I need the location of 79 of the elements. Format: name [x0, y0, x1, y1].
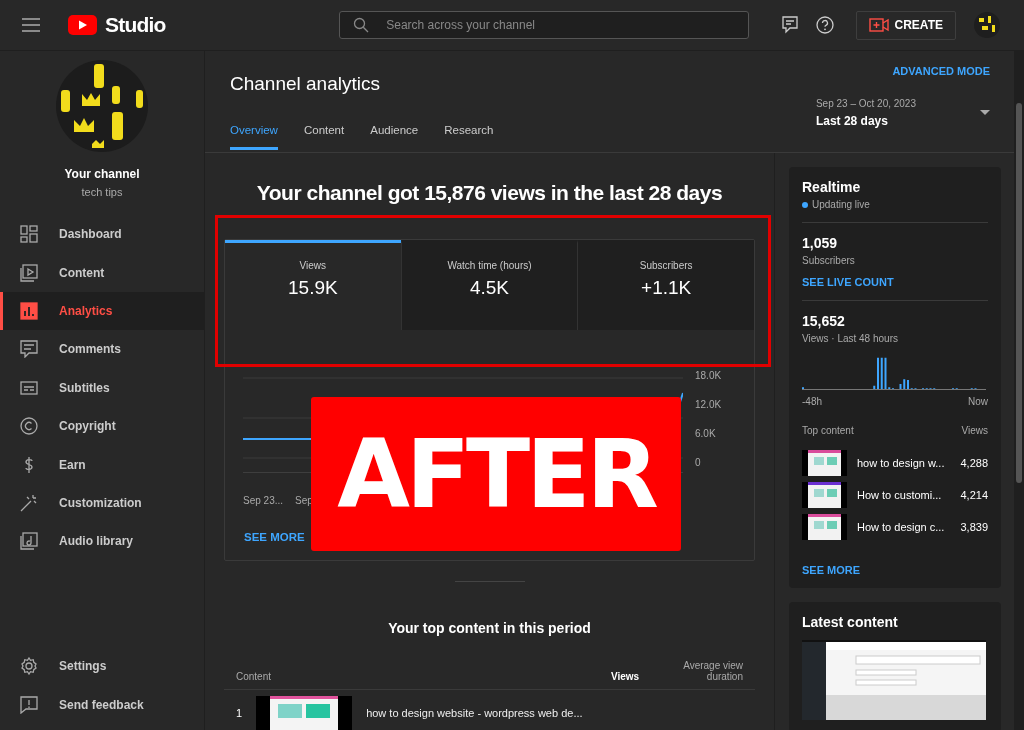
- dashboard-icon: [20, 225, 38, 244]
- view-count: 4,214: [960, 489, 988, 501]
- advanced-mode-link[interactable]: ADVANCED MODE: [892, 65, 990, 77]
- tab[interactable]: Audience: [370, 124, 419, 150]
- sidebar-item[interactable]: Earn: [0, 445, 204, 484]
- sidebar-item[interactable]: Send feedback: [0, 685, 204, 724]
- sidebar-item[interactable]: Analytics: [0, 291, 204, 331]
- rank-number: 1: [236, 707, 243, 719]
- axis-label: 0: [695, 457, 702, 470]
- axis-label: 6.0K: [695, 428, 717, 441]
- search-field[interactable]: Search across your channel: [339, 11, 750, 39]
- scrollbar-thumb[interactable]: [1016, 103, 1022, 483]
- tab[interactable]: Overview: [230, 124, 278, 150]
- see-live-count-link[interactable]: SEE LIVE COUNT: [802, 276, 988, 288]
- sidebar-item[interactable]: Settings: [0, 647, 204, 686]
- status-dot-icon: [802, 201, 808, 208]
- caret-icon: [980, 110, 990, 116]
- column-header: Average view duration: [682, 660, 743, 682]
- column-header: Top content: [802, 425, 854, 436]
- headline: Your channel got 15,876 views in the last 28 days: [255, 181, 724, 205]
- page-title: Channel analytics: [230, 73, 381, 95]
- stat-label: Views · Last 48 hours: [802, 333, 899, 344]
- column-header: Views: [961, 425, 988, 436]
- music-note-icon: [20, 532, 38, 551]
- after-banner: AFTER: [311, 397, 681, 551]
- card-title: Realtime: [802, 179, 862, 195]
- menu-icon[interactable]: [22, 18, 40, 32]
- magic-wand-icon: [20, 493, 38, 512]
- video-title-link[interactable]: how to design w...: [857, 457, 951, 469]
- see-more-link[interactable]: SEE MORE: [244, 531, 305, 543]
- copyright-icon: [20, 417, 38, 436]
- video-plus-icon: [868, 18, 889, 32]
- help-icon[interactable]: [815, 16, 834, 34]
- sidebar-item[interactable]: Subtitles: [0, 368, 204, 407]
- create-button[interactable]: CREATE: [855, 10, 956, 40]
- avatar[interactable]: [56, 60, 148, 152]
- see-more-link[interactable]: SEE MORE: [802, 564, 988, 576]
- logo-text: Studio: [105, 13, 166, 37]
- metric-tab[interactable]: Subscribers +1.1K: [577, 240, 754, 330]
- column-header: Content: [236, 671, 273, 682]
- axis-label: Now: [968, 396, 988, 407]
- column-header: Views: [611, 671, 641, 682]
- video-title-link[interactable]: how to design website - wordpress web de...: [366, 707, 583, 719]
- bar-chart-icon: [20, 301, 38, 320]
- date-range-dropdown[interactable]: Sep 23 – Oct 20, 2023 Last 28 days: [815, 98, 990, 128]
- channel-name: Your channel: [64, 167, 140, 181]
- settings-icon: [20, 657, 38, 676]
- logo-icon: [68, 15, 97, 35]
- avatar[interactable]: [974, 12, 1000, 38]
- sidebar-item[interactable]: Customization: [0, 483, 204, 523]
- view-count: 4,288: [960, 457, 988, 469]
- comment-icon: [20, 340, 38, 359]
- sidebar-item[interactable]: Dashboard: [0, 215, 204, 254]
- card-title: Latest content: [802, 614, 899, 630]
- feedback-icon: [20, 695, 38, 714]
- axis-label: 12.0K: [695, 399, 722, 412]
- video-title-link[interactable]: How to customi...: [857, 489, 951, 501]
- subtitles-icon: [20, 378, 38, 397]
- metric-tab[interactable]: Watch time (hours) 4.5K: [400, 240, 578, 330]
- video-title-link[interactable]: How to design c...: [857, 521, 951, 533]
- tab[interactable]: Content: [303, 124, 345, 150]
- video-icon: [20, 263, 38, 282]
- status-text: Updating live: [812, 199, 870, 210]
- stat-label: Subscribers: [802, 255, 856, 266]
- sidebar-item[interactable]: Copyright: [0, 406, 204, 446]
- comment-icon[interactable]: [781, 16, 798, 34]
- axis-label: Sep 23...: [243, 495, 284, 506]
- section-title: Your top content in this period: [387, 620, 592, 636]
- axis-label: 18.0K: [695, 370, 722, 383]
- sidebar-item[interactable]: Audio library: [0, 522, 204, 561]
- view-count: 3,839: [960, 521, 988, 533]
- view-count: 15,652: [802, 313, 846, 329]
- axis-label: -48h: [802, 396, 822, 407]
- sidebar-item[interactable]: Comments: [0, 330, 204, 369]
- tab[interactable]: Research: [444, 124, 494, 150]
- channel-subtitle: tech tips: [81, 186, 123, 198]
- search-icon: [353, 17, 370, 33]
- sidebar-item[interactable]: Content: [0, 253, 204, 292]
- subscriber-count: 1,059: [802, 235, 839, 251]
